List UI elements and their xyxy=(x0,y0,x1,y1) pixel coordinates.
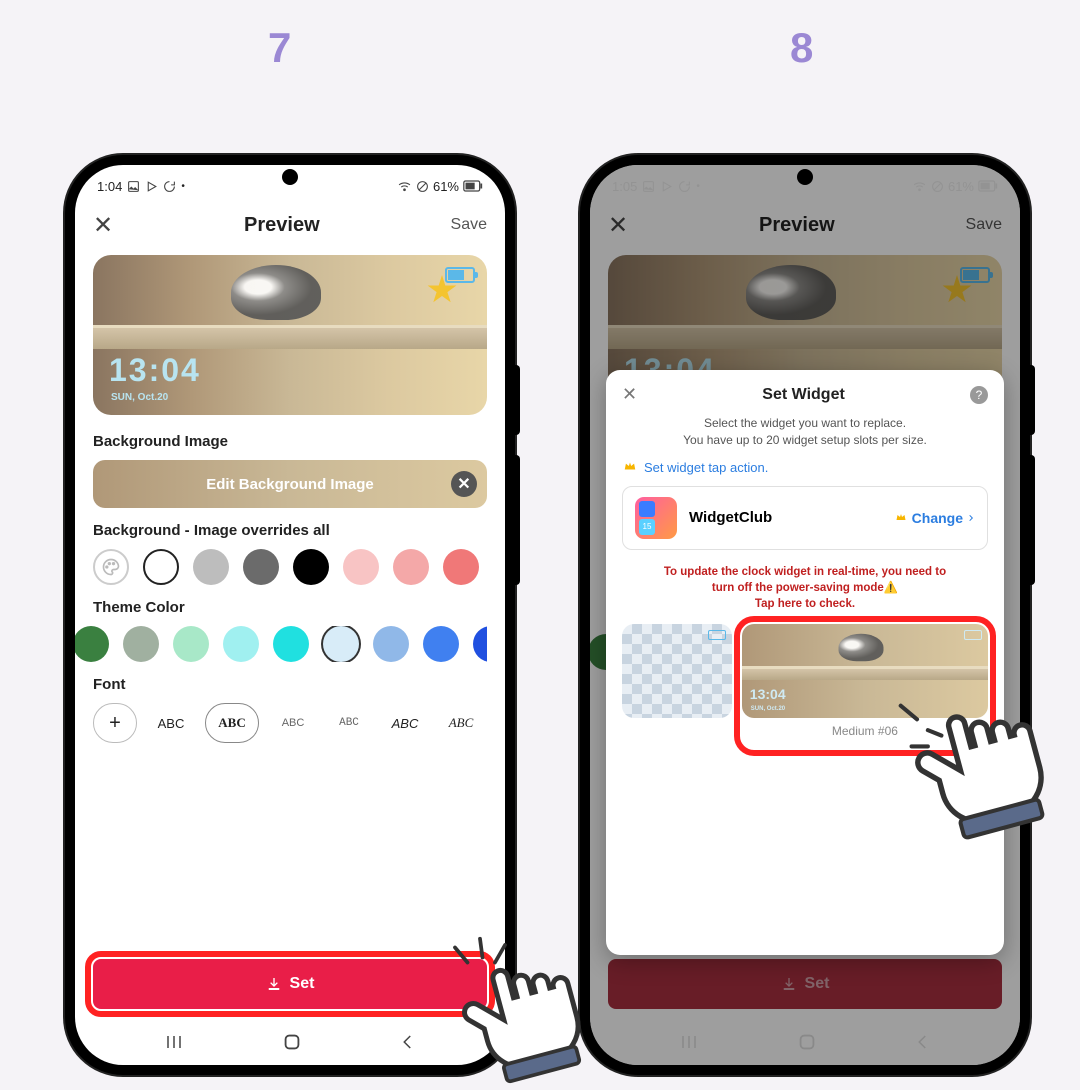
theme-swatch-row xyxy=(75,626,487,662)
image-icon xyxy=(127,180,140,193)
slot-time: 13:04 xyxy=(750,686,786,702)
widget-slot-empty[interactable] xyxy=(622,624,732,718)
add-font-button[interactable]: + xyxy=(93,703,137,743)
section-bg-color: Background - Image overrides all xyxy=(93,522,487,539)
bg-swatch-row xyxy=(93,549,487,585)
save-button[interactable]: Save xyxy=(451,216,487,234)
wifi-icon xyxy=(397,180,412,193)
section-font: Font xyxy=(93,676,487,693)
cat-image xyxy=(838,634,883,662)
play-icon xyxy=(145,180,158,193)
close-icon[interactable]: ✕ xyxy=(93,211,113,240)
widget-battery-icon xyxy=(445,267,475,283)
swatch-cyan[interactable] xyxy=(273,626,309,662)
app-card: WidgetClub Change xyxy=(622,486,988,550)
swatch-pink[interactable] xyxy=(393,549,429,585)
modal-close-icon[interactable]: ✕ xyxy=(622,384,637,405)
slot-label: Medium #06 xyxy=(832,724,898,738)
crown-icon xyxy=(622,459,638,476)
widget-slot-row: 13:04 SUN, Oct.20 Medium #06 xyxy=(622,624,988,738)
power-saving-warning[interactable]: To update the clock widget in real-time,… xyxy=(622,564,988,612)
swatch-royalblue[interactable] xyxy=(473,626,487,662)
screen-left: 1:04 • 61% xyxy=(75,165,505,1065)
widget-slot-medium-06[interactable]: 13:04 SUN, Oct.20 Medium #06 xyxy=(742,624,988,738)
nav-recent[interactable] xyxy=(163,1033,185,1056)
widget-clock-time: 13:04 xyxy=(109,352,201,389)
nav-back[interactable] xyxy=(399,1031,417,1058)
font-option-6[interactable]: ABC xyxy=(439,703,483,743)
edit-bg-label: Edit Background Image xyxy=(206,476,374,493)
mini-battery-icon xyxy=(708,630,726,640)
slot-thumb-cat: 13:04 SUN, Oct.20 xyxy=(742,624,988,718)
chevron-right-icon xyxy=(967,512,975,524)
camera-notch xyxy=(282,169,298,185)
section-bg-image: Background Image xyxy=(93,433,487,450)
no-signal-icon xyxy=(416,180,429,193)
swatch-skyblue-selected[interactable] xyxy=(323,626,359,662)
app-name: WidgetClub xyxy=(689,509,882,526)
font-option-5[interactable]: ABC xyxy=(383,703,427,743)
modal-description: Select the widget you want to replace. Y… xyxy=(622,415,988,449)
step-number-7: 7 xyxy=(268,24,291,72)
slot-date: SUN, Oct.20 xyxy=(751,706,785,712)
cat-image xyxy=(231,265,321,320)
nav-home[interactable] xyxy=(281,1031,303,1058)
crown-icon xyxy=(894,510,908,526)
page-title: Preview xyxy=(244,214,320,237)
swatch-darkgrey[interactable] xyxy=(243,549,279,585)
font-option-4[interactable]: ABC xyxy=(327,703,371,743)
battery-pct: 61% xyxy=(433,179,459,194)
navigation-bar xyxy=(75,1023,505,1065)
palette-picker-icon[interactable] xyxy=(93,549,129,585)
swatch-blue[interactable] xyxy=(423,626,459,662)
change-app-button[interactable]: Change xyxy=(894,510,975,526)
swatch-sage[interactable] xyxy=(123,626,159,662)
swatch-green-edge[interactable] xyxy=(75,626,109,662)
change-label: Change xyxy=(912,510,963,526)
swatch-white[interactable] xyxy=(143,549,179,585)
slot-thumb-empty xyxy=(622,624,732,718)
widgetclub-app-icon xyxy=(635,497,677,539)
remove-bg-icon[interactable]: ✕ xyxy=(451,471,477,497)
sync-icon xyxy=(163,180,176,193)
camera-notch xyxy=(797,169,813,185)
battery-icon xyxy=(463,180,483,192)
status-time: 1:04 xyxy=(97,179,122,194)
widget-preview: 13:04 SUN, Oct.20 xyxy=(93,255,487,415)
tap-action-label: Set widget tap action. xyxy=(644,460,768,475)
shelf-graphic xyxy=(93,325,487,349)
help-icon[interactable]: ? xyxy=(970,386,988,404)
font-option-3[interactable]: ABC xyxy=(271,703,315,743)
section-theme: Theme Color xyxy=(93,599,487,616)
font-row: + ABC ABC ABC ABC ABC ABC xyxy=(93,703,487,743)
swatch-lightblue[interactable] xyxy=(373,626,409,662)
swatch-coral[interactable] xyxy=(443,549,479,585)
set-button-label: Set xyxy=(290,975,315,993)
font-option-2-selected[interactable]: ABC xyxy=(205,703,259,743)
font-option-1[interactable]: ABC xyxy=(149,703,193,743)
widget-clock-date: SUN, Oct.20 xyxy=(111,392,168,403)
phone-right: 1:05 • 61% xyxy=(580,155,1030,1075)
shelf-graphic xyxy=(742,666,988,680)
swatch-grey[interactable] xyxy=(193,549,229,585)
swatch-black[interactable] xyxy=(293,549,329,585)
tap-action-link[interactable]: Set widget tap action. xyxy=(622,459,988,476)
download-icon xyxy=(266,976,282,992)
modal-title: Set Widget xyxy=(762,386,845,404)
app-header: ✕ Preview Save xyxy=(75,201,505,249)
swatch-mint[interactable] xyxy=(173,626,209,662)
set-button[interactable]: Set xyxy=(93,959,487,1009)
swatch-aqua[interactable] xyxy=(223,626,259,662)
swatch-lightpink[interactable] xyxy=(343,549,379,585)
step-number-8: 8 xyxy=(790,24,813,72)
mini-battery-icon xyxy=(964,630,982,640)
content-area: 13:04 SUN, Oct.20 Background Image Edit … xyxy=(75,249,505,1023)
phone-left: 1:04 • 61% xyxy=(65,155,515,1075)
set-widget-modal: ✕ Set Widget ? Select the widget you wan… xyxy=(606,370,1004,955)
more-dot: • xyxy=(181,181,185,192)
screen-right: 1:05 • 61% xyxy=(590,165,1020,1065)
edit-background-button[interactable]: Edit Background Image ✕ xyxy=(93,460,487,508)
